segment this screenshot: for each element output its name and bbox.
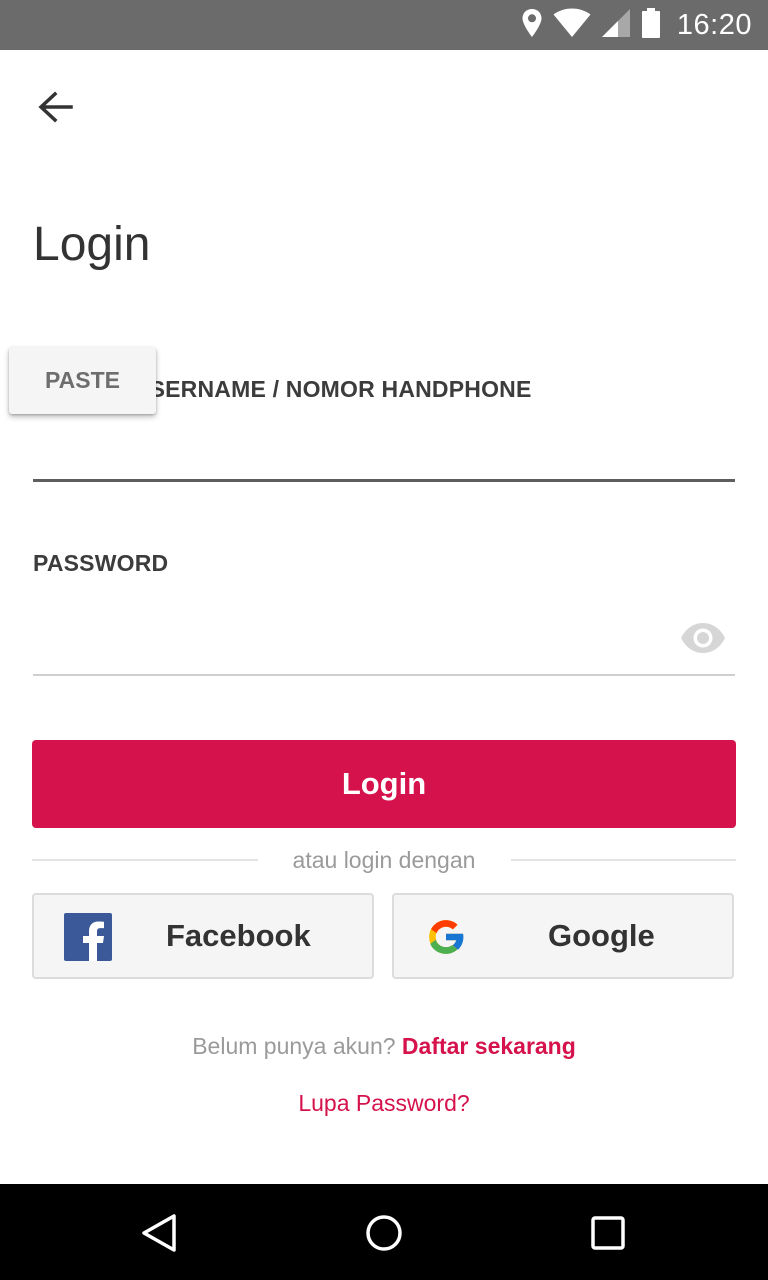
- identity-underline: [33, 479, 735, 482]
- signal-icon: [601, 8, 631, 43]
- divider-right: [511, 859, 736, 861]
- identity-input[interactable]: [33, 418, 735, 478]
- login-button[interactable]: Login: [32, 740, 736, 828]
- nav-recents-button[interactable]: [583, 1208, 633, 1258]
- status-time: 16:20: [676, 8, 752, 41]
- status-icons: 16:20: [521, 7, 752, 43]
- google-login-button[interactable]: Google: [392, 893, 734, 979]
- back-triangle-icon: [142, 1214, 176, 1252]
- google-icon: [429, 920, 464, 954]
- password-input[interactable]: [33, 610, 673, 670]
- status-bar: 16:20: [0, 0, 768, 50]
- nav-home-button[interactable]: [359, 1208, 409, 1258]
- google-label: Google: [548, 918, 655, 953]
- page-title: Login: [33, 218, 151, 271]
- back-button[interactable]: [30, 84, 80, 130]
- signup-row: Belum punya akun? Daftar sekarang: [0, 1033, 768, 1060]
- signup-prompt: Belum punya akun?: [192, 1033, 396, 1059]
- navigation-bar: [0, 1184, 768, 1280]
- forgot-password-link[interactable]: Lupa Password?: [0, 1090, 768, 1117]
- facebook-login-button[interactable]: Facebook: [32, 893, 374, 979]
- nav-back-button[interactable]: [134, 1208, 184, 1258]
- location-icon: [521, 8, 543, 43]
- arrow-left-icon: [38, 91, 73, 123]
- facebook-label: Facebook: [166, 918, 311, 953]
- wifi-icon: [553, 8, 591, 43]
- paste-button[interactable]: PASTE: [9, 347, 156, 414]
- battery-icon: [641, 7, 661, 43]
- signup-link[interactable]: Daftar sekarang: [402, 1033, 576, 1059]
- facebook-icon: [64, 913, 112, 961]
- eye-icon[interactable]: [680, 620, 726, 656]
- home-circle-icon: [366, 1215, 402, 1251]
- password-label: PASSWORD: [33, 550, 169, 576]
- recents-square-icon: [591, 1216, 625, 1250]
- password-underline: [33, 674, 735, 676]
